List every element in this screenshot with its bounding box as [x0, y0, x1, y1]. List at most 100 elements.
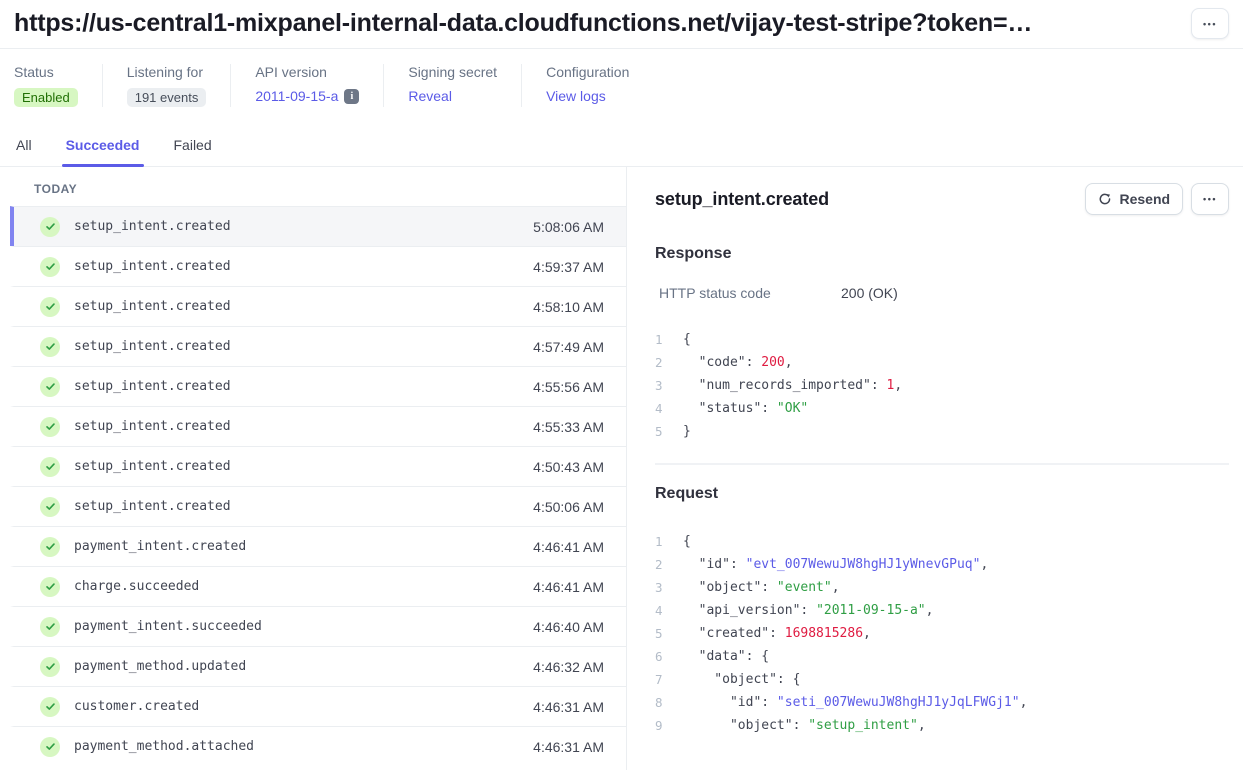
event-row[interactable]: customer.created4:46:31 AM: [10, 686, 626, 726]
event-time: 5:08:06 AM: [533, 219, 604, 235]
status-group-configuration: Configuration View logs: [521, 64, 653, 107]
code-text: "status": "OK": [683, 397, 808, 420]
status-group-label: Configuration: [546, 64, 629, 80]
detail-more-button[interactable]: •••: [1191, 183, 1229, 215]
tab-failed[interactable]: Failed: [172, 131, 214, 166]
event-name: charge.succeeded: [74, 579, 199, 594]
code-text: "created": 1698815286,: [683, 622, 871, 645]
code-line: 3 "num_records_imported": 1,: [655, 374, 1229, 397]
response-code-block: 1{2 "code": 200,3 "num_records_imported"…: [655, 328, 1229, 443]
event-name: payment_method.attached: [74, 739, 254, 754]
event-detail-pane: setup_intent.created Resend ••• Response: [627, 167, 1243, 770]
event-time: 4:46:32 AM: [533, 659, 604, 675]
tab-succeeded[interactable]: Succeeded: [64, 131, 142, 166]
ellipsis-icon: •••: [1203, 19, 1217, 29]
signing-secret-link[interactable]: Reveal: [408, 88, 452, 104]
event-list-pane: TODAY setup_intent.created5:08:06 AMsetu…: [0, 167, 627, 770]
status-group-status: StatusEnabled: [14, 64, 102, 107]
success-check-icon: [40, 457, 60, 477]
success-check-icon: [40, 657, 60, 677]
event-row[interactable]: setup_intent.created 5:08:06 AM: [10, 206, 626, 246]
event-name: payment_method.updated: [74, 659, 246, 674]
line-number: 3: [655, 576, 671, 599]
event-row[interactable]: payment_method.updated 4:46:32 AM: [10, 646, 626, 686]
code-text: "id": "evt_007WewuJW8hgHJ1yWnevGPuq",: [683, 553, 988, 576]
code-line: 5}: [655, 420, 1229, 443]
event-group-header: TODAY: [10, 167, 626, 206]
event-time: 4:57:49 AM: [533, 339, 604, 355]
code-line: 1{: [655, 530, 1229, 553]
success-check-icon: [40, 697, 60, 717]
event-time: 4:46:40 AM: [533, 619, 604, 635]
line-number: 6: [655, 645, 671, 668]
event-row[interactable]: setup_intent.created 4:55:33 AM: [10, 406, 626, 446]
code-text: "code": 200,: [683, 351, 793, 374]
line-number: 2: [655, 351, 671, 374]
event-row[interactable]: payment_intent.succeeded 4:46:40 AM: [10, 606, 626, 646]
http-status-row: HTTP status code 200 (OK): [655, 285, 1229, 301]
info-icon[interactable]: i: [344, 89, 359, 104]
code-line: 9 "object": "setup_intent",: [655, 714, 1229, 737]
header-more-button[interactable]: •••: [1191, 8, 1229, 39]
event-time: 4:55:56 AM: [533, 379, 604, 395]
status-group-value: View logs: [546, 88, 629, 104]
section-divider: [655, 463, 1229, 465]
line-number: 9: [655, 714, 671, 737]
code-line: 2 "code": 200,: [655, 351, 1229, 374]
detail-actions: Resend •••: [1085, 183, 1229, 215]
event-time: 4:46:41 AM: [533, 579, 604, 595]
code-line: 3 "object": "event",: [655, 576, 1229, 599]
event-name: setup_intent.created: [74, 339, 231, 354]
event-row[interactable]: setup_intent.created4:59:37 AM: [10, 246, 626, 286]
event-name: setup_intent.created: [74, 419, 231, 434]
line-number: 4: [655, 599, 671, 622]
event-name: setup_intent.created: [74, 499, 231, 514]
page-title: https://us-central1-mixpanel-internal-da…: [14, 9, 1183, 38]
success-check-icon: [40, 497, 60, 517]
success-check-icon: [40, 337, 60, 357]
page-header: https://us-central1-mixpanel-internal-da…: [0, 0, 1243, 49]
event-name: setup_intent.created: [74, 219, 231, 234]
event-row[interactable]: setup_intent.created 4:57:49 AM: [10, 326, 626, 366]
success-check-icon: [40, 577, 60, 597]
event-name: setup_intent.created: [74, 379, 231, 394]
event-row[interactable]: setup_intent.created4:50:43 AM: [10, 446, 626, 486]
event-time: 4:50:06 AM: [533, 499, 604, 515]
event-time: 4:46:31 AM: [533, 699, 604, 715]
event-name: setup_intent.created: [74, 259, 231, 274]
code-text: {: [683, 530, 691, 553]
event-row[interactable]: setup_intent.created4:58:10 AM: [10, 286, 626, 326]
line-number: 7: [655, 668, 671, 691]
code-text: "num_records_imported": 1,: [683, 374, 902, 397]
event-row[interactable]: payment_intent.created 4:46:41 AM: [10, 526, 626, 566]
api-version-link[interactable]: 2011-09-15-a: [255, 88, 338, 104]
event-name: payment_intent.succeeded: [74, 619, 262, 634]
event-time: 4:46:41 AM: [533, 539, 604, 555]
event-row[interactable]: payment_method.attached 4:46:31 AM: [10, 726, 626, 766]
code-text: "object": "event",: [683, 576, 840, 599]
status-group-label: Listening for: [127, 64, 207, 80]
event-row[interactable]: setup_intent.created 4:50:06 AM: [10, 486, 626, 526]
request-heading: Request: [655, 485, 1229, 503]
configuration-link[interactable]: View logs: [546, 88, 606, 104]
code-text: "data": {: [683, 645, 769, 668]
line-number: 5: [655, 420, 671, 443]
event-name: payment_intent.created: [74, 539, 246, 554]
code-text: "object": {: [683, 668, 800, 691]
status-group-value: Reveal: [408, 88, 497, 104]
resend-button[interactable]: Resend: [1085, 183, 1183, 215]
code-line: 7 "object": {: [655, 668, 1229, 691]
code-line: 2 "id": "evt_007WewuJW8hgHJ1yWnevGPuq",: [655, 553, 1229, 576]
success-check-icon: [40, 737, 60, 757]
code-line: 4 "api_version": "2011-09-15-a",: [655, 599, 1229, 622]
event-time: 4:50:43 AM: [533, 459, 604, 475]
event-time: 4:55:33 AM: [533, 419, 604, 435]
code-text: "api_version": "2011-09-15-a",: [683, 599, 933, 622]
event-row[interactable]: setup_intent.created 4:55:56 AM: [10, 366, 626, 406]
event-time: 4:46:31 AM: [533, 739, 604, 755]
event-row[interactable]: charge.succeeded 4:46:41 AM: [10, 566, 626, 606]
event-list: setup_intent.created5:08:06 AMsetup_inte…: [10, 206, 626, 766]
tab-all[interactable]: All: [14, 131, 34, 166]
code-text: "object": "setup_intent",: [683, 714, 926, 737]
http-status-label: HTTP status code: [659, 285, 841, 301]
